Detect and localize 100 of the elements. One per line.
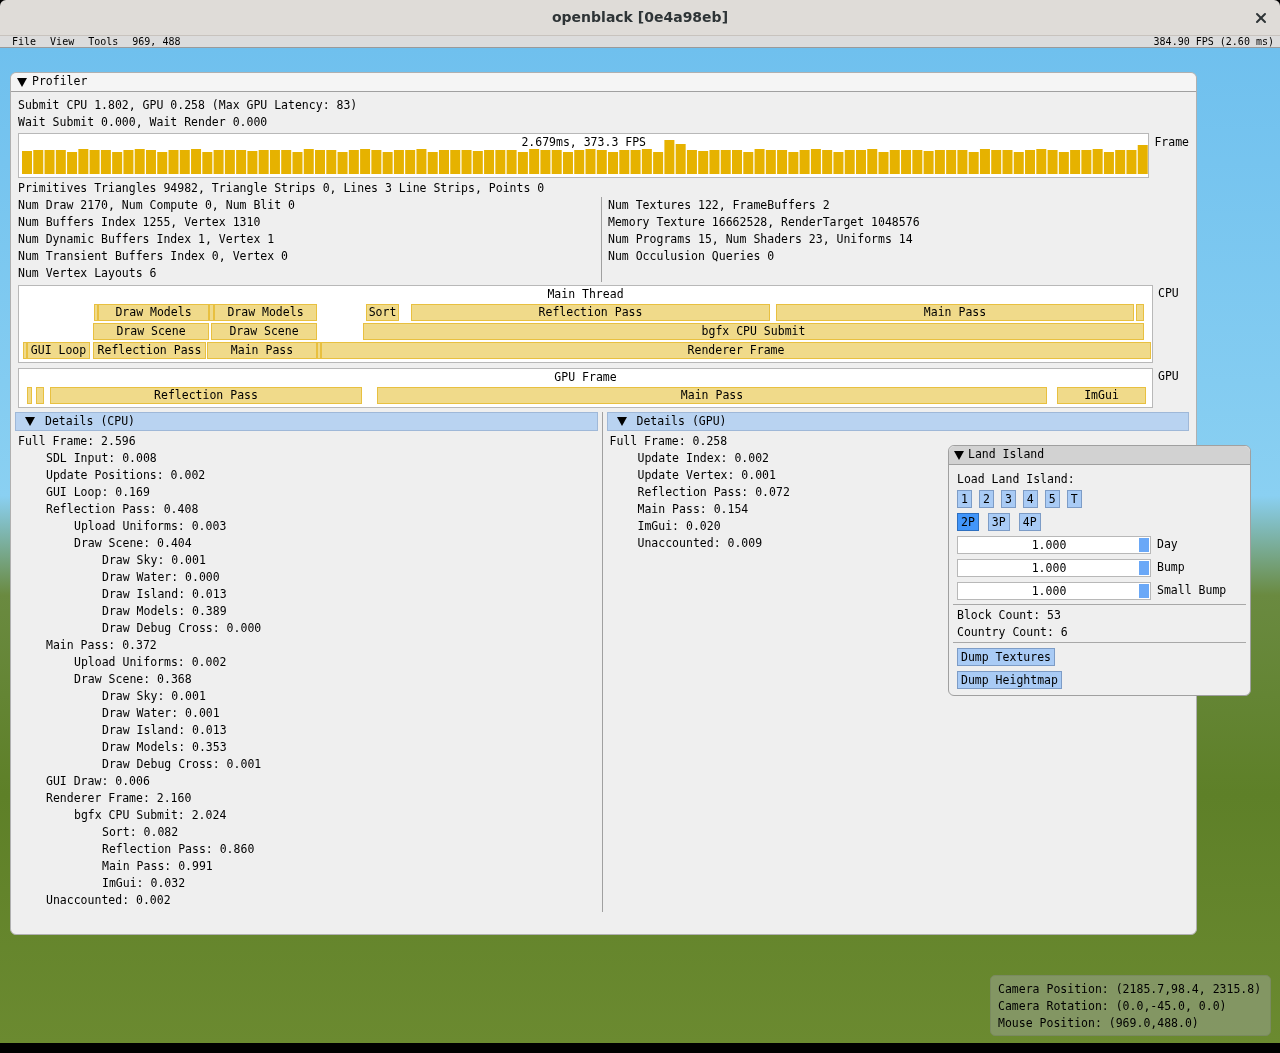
stat-text: Memory Texture 16662528, RenderTarget 1048576 <box>608 214 920 231</box>
timing-entry: Main Pass: 0.154 <box>637 501 749 518</box>
timeline-block: Reflection Pass <box>93 342 206 359</box>
island-button[interactable]: 5 <box>1044 490 1060 508</box>
island-button[interactable]: 3 <box>1000 490 1016 508</box>
timeline-block: bgfx CPU Submit <box>363 323 1144 340</box>
timing-entry: Upload Uniforms: 0.002 <box>74 654 227 671</box>
stat-text: Num Dynamic Buffers Index 1, Vertex 1 <box>18 231 276 248</box>
slider-label: Bump <box>1157 559 1185 577</box>
timeline-block: Reflection Pass <box>50 387 362 404</box>
slider-value: 1.000 <box>1030 537 1068 553</box>
timing-entry: GUI Draw: 0.006 <box>46 773 150 790</box>
camera-info-text: Mouse Position: (969.0,488.0) <box>998 1015 1200 1032</box>
menu-item[interactable]: View <box>50 36 75 47</box>
slider-field[interactable]: 1.000 <box>957 559 1151 577</box>
island-button[interactable]: 4 <box>1022 490 1038 508</box>
window-title-bar[interactable]: Land Island <box>949 446 1250 465</box>
island-button[interactable]: T <box>1066 490 1082 508</box>
timeline-block: Reflection Pass <box>411 304 770 321</box>
timeline-block: Draw Models <box>214 304 317 321</box>
timeline-label: GPU <box>1158 368 1179 385</box>
fps-readout: 384.90 FPS (2.60 ms) <box>1153 36 1274 47</box>
details-header[interactable]: Details (GPU) <box>606 412 1189 431</box>
window-title: Profiler <box>32 73 88 91</box>
summary-text: Wait Submit 0.000, Wait Render 0.000 <box>18 114 269 131</box>
timing-entry: Draw Models: 0.353 <box>102 739 227 756</box>
mouse-coordinates: 969, 488 <box>132 36 181 47</box>
close-icon <box>1253 10 1269 26</box>
timing-entry: Reflection Pass: 0.408 <box>46 501 199 518</box>
timeline-title: Main Thread <box>546 286 625 302</box>
timeline-label: CPU <box>1158 285 1179 302</box>
slider-value: 1.000 <box>1030 583 1068 599</box>
timing-entry: bgfx CPU Submit: 2.024 <box>74 807 227 824</box>
timing-entry: Draw Water: 0.000 <box>102 569 220 586</box>
timing-entry: Update Positions: 0.002 <box>46 467 206 484</box>
graph-label: Frame <box>1154 134 1189 151</box>
timing-entry: Draw Sky: 0.001 <box>102 688 206 705</box>
collapse-arrow-icon[interactable] <box>17 77 27 87</box>
count-text: Country Count: 6 <box>957 624 1069 641</box>
window-title: openblack [0e4a98eb] <box>551 8 729 27</box>
summary-text: Submit CPU 1.802, GPU 0.258 (Max GPU Latency: 83) <box>18 97 359 114</box>
timeline-block: Draw Scene <box>93 323 209 340</box>
label-text: Load Land Island: <box>957 471 1076 488</box>
menu-item[interactable]: Tools <box>88 36 119 47</box>
timing-entry: ImGui: 0.020 <box>637 518 721 535</box>
slider-thumb[interactable] <box>1139 538 1149 552</box>
slider-value: 1.000 <box>1030 560 1068 576</box>
dump-button[interactable]: Dump Textures <box>957 648 1055 666</box>
timeline-block: Main Pass <box>377 387 1047 404</box>
collapse-arrow-icon[interactable] <box>954 450 964 460</box>
timing-entry: Sort: 0.082 <box>102 824 179 841</box>
island-button[interactable]: 2 <box>978 490 994 508</box>
timing-entry: Full Frame: 2.596 <box>18 433 136 450</box>
timing-entry: Unaccounted: 0.002 <box>46 892 171 909</box>
timeline-sliver <box>209 304 214 321</box>
primitives-text: Primitives Triangles 94982, Triangle Strips 0, Lines 3 Line Strips, Points 0 <box>18 180 546 197</box>
slider-label: Small Bump <box>1157 582 1227 600</box>
timeline-block: Sort <box>366 304 399 321</box>
player-count-button[interactable]: 4P <box>1018 513 1041 531</box>
timeline-sliver <box>317 342 321 359</box>
timing-entry: SDL Input: 0.008 <box>46 450 157 467</box>
window-title-bar[interactable]: Profiler <box>11 73 1196 92</box>
timeline-sliver <box>36 387 44 404</box>
island-button[interactable]: 1 <box>957 490 972 508</box>
count-text: Block Count: 53 <box>957 607 1062 624</box>
slider-thumb[interactable] <box>1139 584 1149 598</box>
details-header[interactable]: Details (CPU) <box>15 412 598 431</box>
stat-text: Num Textures 122, FrameBuffers 2 <box>608 197 831 214</box>
slider-thumb[interactable] <box>1139 561 1149 575</box>
dump-button[interactable]: Dump Heightmap <box>957 671 1062 689</box>
timing-entry: Main Pass: 0.372 <box>46 637 157 654</box>
menu-item[interactable]: File <box>12 36 37 47</box>
timing-entry: Draw Island: 0.013 <box>102 586 227 603</box>
stat-text: Num Buffers Index 1255, Vertex 1310 <box>18 214 262 231</box>
details-title: Details (CPU) <box>45 412 135 430</box>
timing-entry: Draw Scene: 0.368 <box>74 671 192 688</box>
collapse-arrow-icon[interactable] <box>616 417 627 426</box>
slider-field[interactable]: 1.000 <box>957 536 1151 554</box>
player-count-button[interactable]: 3P <box>987 513 1010 531</box>
timing-entry: Upload Uniforms: 0.003 <box>74 518 227 535</box>
collapse-arrow-icon[interactable] <box>25 417 35 426</box>
stat-text: Num Transient Buffers Index 0, Vertex 0 <box>18 248 290 265</box>
timing-entry: GUI Loop: 0.169 <box>46 484 150 501</box>
timeline-block: Draw Models <box>98 304 209 321</box>
stat-text: Num Vertex Layouts 6 <box>18 265 158 282</box>
timeline-block: Draw Scene <box>211 323 317 340</box>
timing-entry: Main Pass: 0.991 <box>102 858 213 875</box>
timeline-sliver <box>94 304 98 321</box>
stat-text: Num Occulusion Queries 0 <box>608 248 776 265</box>
timing-entry: Draw Scene: 0.404 <box>74 535 192 552</box>
timing-entry: ImGui: 0.032 <box>102 875 186 892</box>
timing-entry: Update Vertex: 0.001 <box>637 467 776 484</box>
timeline-block: Renderer Frame <box>321 342 1151 359</box>
slider-field[interactable]: 1.000 <box>957 582 1151 600</box>
stat-text: Num Programs 15, Num Shaders 23, Uniforms 14 <box>608 231 914 248</box>
timing-entry: Draw Water: 0.001 <box>102 705 220 722</box>
slider-label: Day <box>1157 536 1178 554</box>
player-count-button[interactable]: 2P <box>957 513 979 531</box>
timing-entry: Renderer Frame: 2.160 <box>46 790 192 807</box>
timing-entry: Reflection Pass: 0.072 <box>637 484 790 501</box>
